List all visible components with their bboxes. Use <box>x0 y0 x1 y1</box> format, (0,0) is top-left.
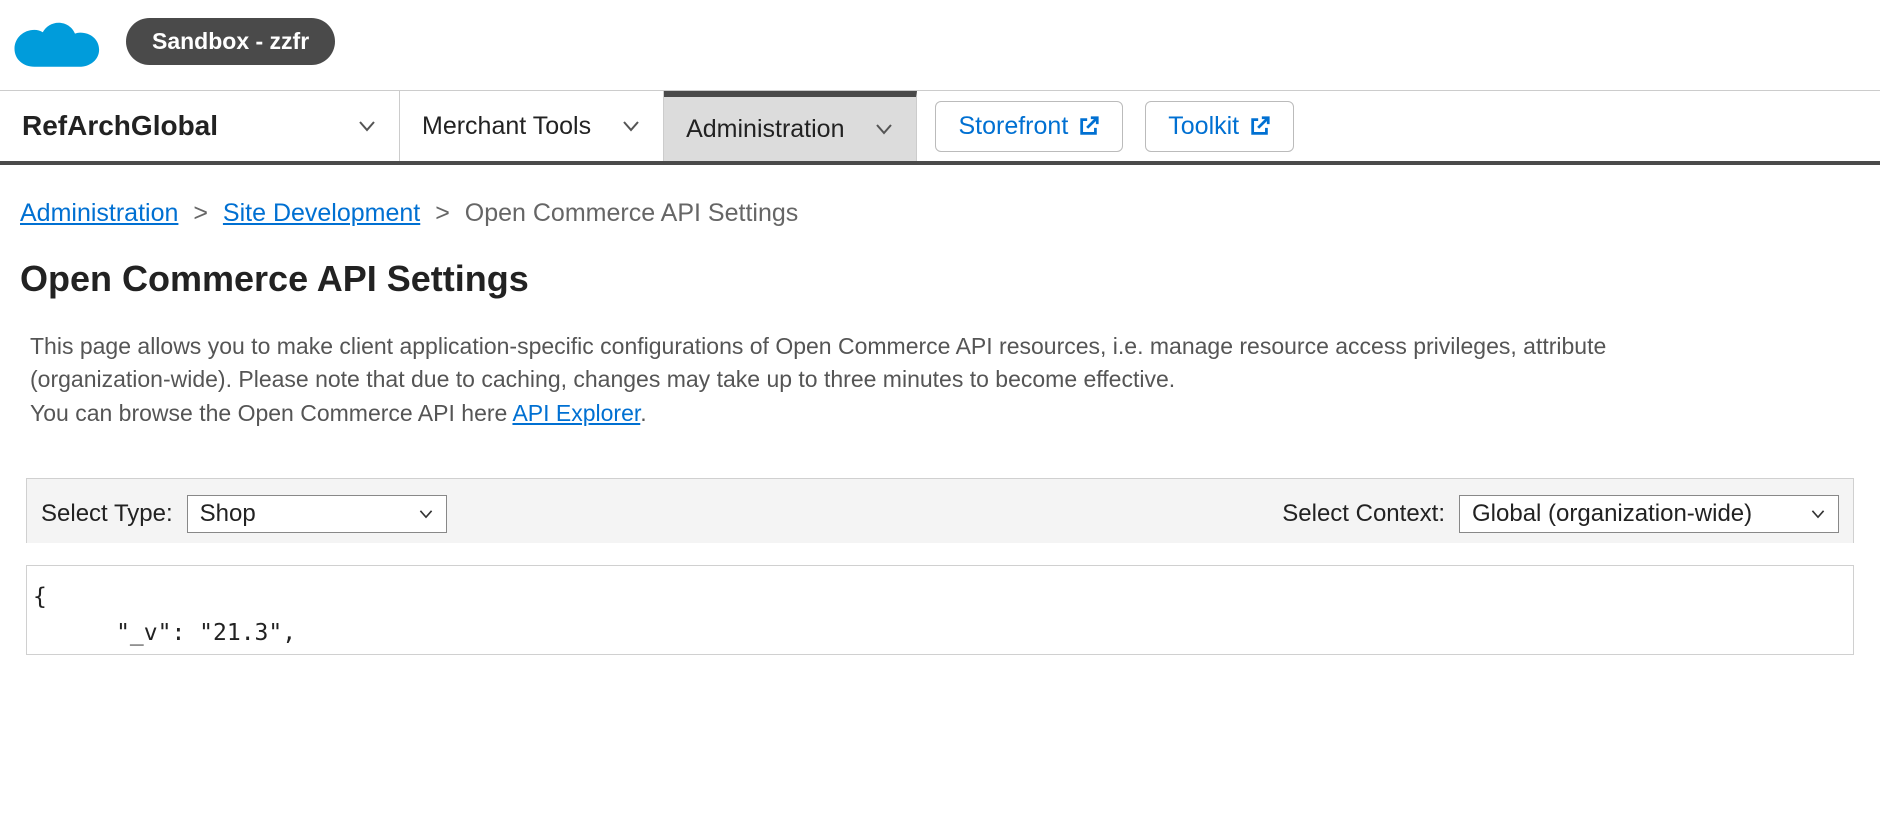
ocapi-config-textarea[interactable]: { "_v": "21.3", <box>26 565 1854 655</box>
menu-administration-label: Administration <box>686 115 844 144</box>
select-context-value: Global (organization-wide) <box>1472 500 1752 528</box>
menu-merchant-tools[interactable]: Merchant Tools <box>400 91 664 161</box>
chevron-down-icon <box>1810 506 1826 522</box>
site-selector[interactable]: RefArchGlobal <box>0 91 400 161</box>
toolkit-label: Toolkit <box>1168 112 1239 141</box>
storefront-button[interactable]: Storefront <box>935 101 1123 152</box>
external-link-icon <box>1249 115 1271 137</box>
page-title: Open Commerce API Settings <box>20 258 1860 300</box>
external-link-icon <box>1078 115 1100 137</box>
breadcrumb: Administration > Site Development > Open… <box>0 165 1880 234</box>
sandbox-badge: Sandbox - zzfr <box>126 18 335 65</box>
menu-administration[interactable]: Administration <box>664 91 917 161</box>
breadcrumb-separator: > <box>185 199 216 227</box>
api-explorer-link[interactable]: API Explorer <box>512 400 640 426</box>
select-type-label: Select Type: <box>41 500 173 528</box>
description-line2b: You can browse the Open Commerce API her… <box>30 400 512 426</box>
chevron-down-icon <box>418 506 434 522</box>
breadcrumb-site-development[interactable]: Site Development <box>223 199 420 227</box>
description-line2a: (organization-wide). Please note that du… <box>30 366 1175 392</box>
select-type-value: Shop <box>200 500 256 528</box>
storefront-label: Storefront <box>958 112 1068 141</box>
breadcrumb-current: Open Commerce API Settings <box>465 199 798 227</box>
select-context-dropdown[interactable]: Global (organization-wide) <box>1459 495 1839 533</box>
select-type-dropdown[interactable]: Shop <box>187 495 447 533</box>
main-menu: RefArchGlobal Merchant Tools Administrat… <box>0 90 1880 165</box>
select-context-label: Select Context: <box>1282 500 1445 528</box>
settings-controls: Select Type: Shop Select Context: Global… <box>26 478 1854 543</box>
site-selector-label: RefArchGlobal <box>22 110 218 142</box>
chevron-down-icon <box>357 116 377 136</box>
breadcrumb-separator: > <box>427 199 458 227</box>
salesforce-cloud-icon <box>10 8 100 74</box>
description-line1: This page allows you to make client appl… <box>30 333 1606 359</box>
chevron-down-icon <box>621 116 641 136</box>
menu-merchant-tools-label: Merchant Tools <box>422 112 591 141</box>
description-period: . <box>640 400 646 426</box>
chevron-down-icon <box>874 119 894 139</box>
toolkit-button[interactable]: Toolkit <box>1145 101 1294 152</box>
breadcrumb-administration[interactable]: Administration <box>20 199 178 227</box>
page-description: This page allows you to make client appl… <box>0 330 1880 430</box>
